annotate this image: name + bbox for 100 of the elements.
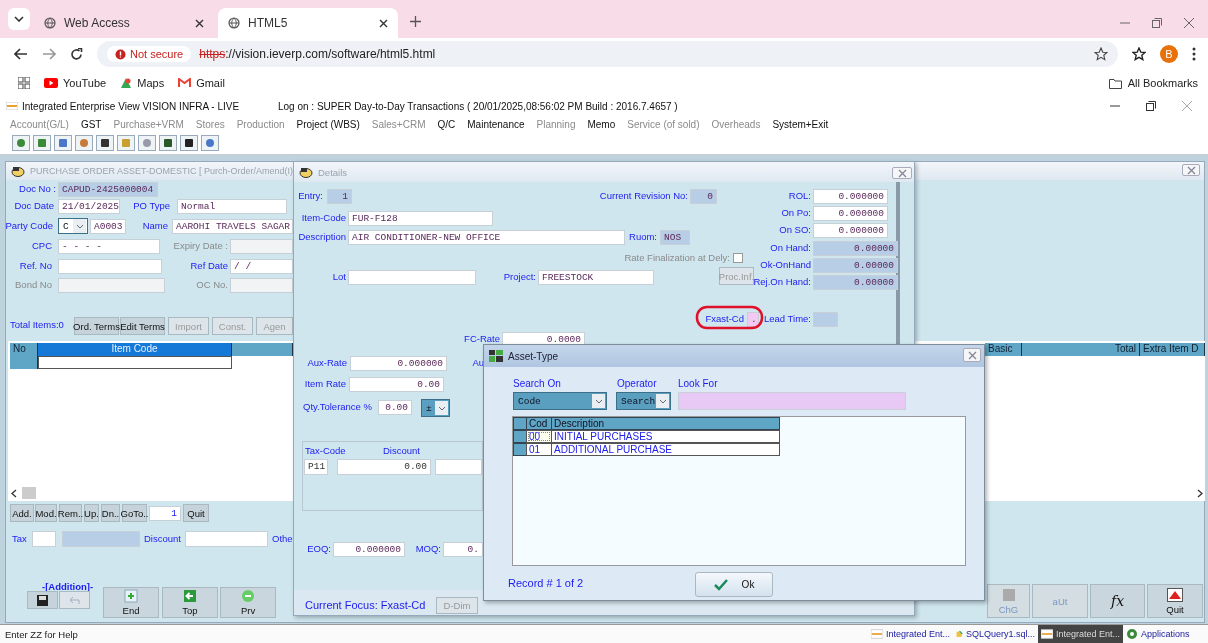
nav-button[interactable]: Mod. <box>35 504 57 522</box>
menu-item[interactable]: System+Exit <box>772 118 829 130</box>
text-field[interactable]: AAROHI TRAVELS SAGAR <box>172 219 293 234</box>
text-field[interactable]: 0.000000 <box>333 542 405 557</box>
text-field[interactable]: / / <box>230 259 293 274</box>
bookmark-link[interactable]: Maps <box>120 77 165 89</box>
reload-icon[interactable] <box>70 47 83 61</box>
text-field[interactable] <box>230 278 293 293</box>
text-field[interactable] <box>348 270 476 285</box>
taskbar-item[interactable]: Applications <box>1123 625 1208 643</box>
close-button[interactable] <box>1182 164 1200 176</box>
text-field[interactable]: 0.000000 <box>813 189 888 204</box>
form-button[interactable]: Ord. Terms <box>74 317 119 335</box>
nav-button[interactable]: Prv <box>220 587 276 618</box>
form-button[interactable]: Edit Terms <box>120 317 165 335</box>
table-cell[interactable] <box>435 459 482 475</box>
text-field[interactable]: 0.000000 <box>813 223 888 238</box>
text-field[interactable]: - - - - <box>58 239 160 254</box>
taskbar-item[interactable]: SQLQuery1.sql... <box>953 625 1038 643</box>
address-bar[interactable]: Not secure https://vision.ieverp.com/software/html5.html <box>97 41 1118 67</box>
text-field[interactable]: 0.00000 <box>813 258 898 273</box>
text-field[interactable] <box>58 259 162 274</box>
scrollbar-thumb[interactable] <box>22 487 36 499</box>
bookmark-link[interactable]: YouTube <box>44 77 107 89</box>
dropdown-field[interactable]: Search <box>616 392 671 410</box>
table-cell[interactable]: INITIAL PURCHASES <box>551 430 780 443</box>
checkbox[interactable] <box>733 253 743 263</box>
text-field[interactable] <box>230 239 293 254</box>
taskbar-item[interactable]: Integrated Ent... <box>1038 625 1123 643</box>
quit-button[interactable]: Quit <box>183 504 209 522</box>
table-cell[interactable]: 01 <box>526 443 552 456</box>
menu-item[interactable]: Memo <box>587 118 616 130</box>
ok-button[interactable]: Ok <box>695 572 773 597</box>
nav-button[interactable]: GoTo.. <box>122 504 147 522</box>
menu-item[interactable]: Q/C <box>437 118 456 130</box>
dropdown-button[interactable] <box>592 394 605 408</box>
menu-item[interactable]: Project (WBS) <box>296 118 360 130</box>
text-field[interactable]: 0.00000 <box>813 275 898 290</box>
column-header[interactable]: No <box>10 343 38 356</box>
text-field[interactable] <box>813 312 838 327</box>
text-field[interactable]: 0.000000 <box>350 356 447 371</box>
menu-item[interactable]: Maintenance <box>467 118 525 130</box>
text-field[interactable]: 21/01/2025 <box>58 199 120 214</box>
text-field[interactable]: 0.00000 <box>813 241 898 256</box>
all-bookmarks-link[interactable]: All Bookmarks <box>1108 77 1198 89</box>
forward-icon[interactable] <box>42 48 56 60</box>
text-field[interactable] <box>62 531 140 547</box>
nav-button[interactable]: Rem.. <box>59 504 82 522</box>
close-icon[interactable] <box>1182 101 1192 111</box>
goto-field[interactable]: 1 <box>149 506 181 521</box>
nav-button[interactable]: Up. <box>84 504 99 522</box>
restore-icon[interactable] <box>1146 101 1156 111</box>
star-icon[interactable] <box>1094 47 1108 61</box>
close-button[interactable] <box>892 167 912 179</box>
close-button[interactable] <box>963 348 981 362</box>
toolbar-button[interactable] <box>180 135 198 151</box>
browser-tab[interactable]: HTML5 <box>218 8 398 38</box>
nav-button[interactable]: Dn.. <box>101 504 120 522</box>
scroll-left-icon[interactable] <box>11 489 17 498</box>
table-cell[interactable]: ADDITIONAL PURCHASE <box>551 443 780 456</box>
column-header[interactable]: Item Code <box>38 343 232 356</box>
menu-icon[interactable] <box>1192 47 1196 61</box>
dropdown-button[interactable] <box>656 394 669 408</box>
tab-list-button[interactable] <box>8 8 30 30</box>
row-header[interactable] <box>513 430 527 443</box>
table-cell[interactable]: 0.00 <box>337 459 431 475</box>
table-cell[interactable]: P11 <box>304 459 328 475</box>
text-field[interactable]: Normal <box>177 199 287 214</box>
text-field[interactable]: 0. <box>443 542 483 557</box>
dropdown-field[interactable]: C <box>58 218 88 234</box>
text-field[interactable]: . <box>747 312 759 327</box>
close-icon[interactable] <box>1184 18 1194 28</box>
row-header[interactable] <box>513 443 527 456</box>
text-field[interactable] <box>32 531 56 547</box>
menu-item[interactable]: GST <box>80 118 102 130</box>
column-header[interactable]: Cod <box>526 417 552 430</box>
text-field[interactable] <box>58 278 165 293</box>
text-field[interactable]: 0.00 <box>349 377 444 392</box>
text-field[interactable]: 0.00 <box>378 400 412 415</box>
text-field[interactable]: AIR CONDITIONER-NEW OFFICE <box>348 230 625 245</box>
text-field[interactable]: FUR-F128 <box>348 211 493 226</box>
browser-tab[interactable]: Web Access <box>34 8 214 38</box>
text-field[interactable]: FREESTOCK <box>538 270 654 285</box>
text-field[interactable]: A0003 <box>90 219 126 234</box>
save-button[interactable] <box>27 591 58 609</box>
toolbar-button[interactable] <box>96 135 114 151</box>
column-header[interactable]: Description <box>551 417 780 430</box>
toolbar-button[interactable]: fx <box>1090 584 1145 618</box>
new-tab-icon[interactable] <box>410 16 421 27</box>
dropdown-button[interactable] <box>435 401 448 415</box>
dropdown-field[interactable]: ± <box>421 399 450 417</box>
star-icon[interactable] <box>1132 47 1146 61</box>
taskbar-item[interactable]: Integrated Ent... <box>868 625 953 643</box>
text-field[interactable]: CAPUD-2425000004 <box>58 182 158 197</box>
bookmark-link[interactable]: Gmail <box>178 77 225 89</box>
nav-button[interactable]: Top <box>162 587 218 618</box>
text-field[interactable]: NOS <box>660 230 690 245</box>
nav-button[interactable]: End <box>103 587 159 618</box>
dropdown-button[interactable] <box>73 219 86 233</box>
scroll-right-icon[interactable] <box>1197 489 1203 498</box>
